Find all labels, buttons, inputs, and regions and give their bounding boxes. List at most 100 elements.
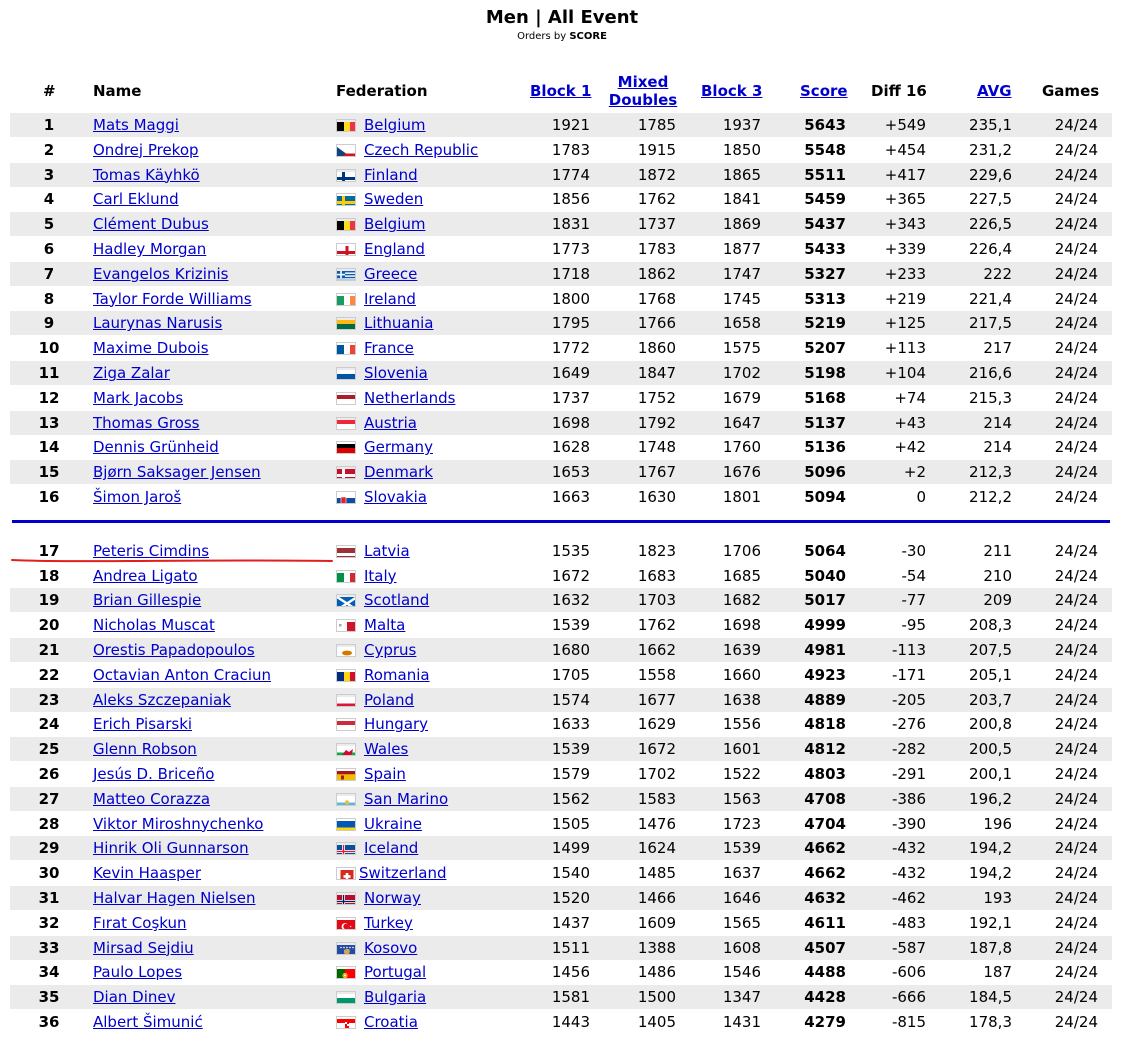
- federation-link[interactable]: Switzerland: [359, 861, 447, 885]
- col-score-header[interactable]: Score: [800, 82, 848, 100]
- federation-link[interactable]: Kosovo: [364, 936, 417, 960]
- player-name-link[interactable]: Taylor Forde Williams: [93, 287, 252, 311]
- col-block1-link[interactable]: Block 1: [530, 82, 591, 100]
- player-name-link[interactable]: Peteris Cimdins: [93, 539, 209, 563]
- player-name-link[interactable]: Nicholas Muscat: [93, 613, 215, 637]
- player-name-link[interactable]: Hinrik Oli Gunnarson: [93, 836, 249, 860]
- avg-cell: 207,5: [969, 641, 1012, 659]
- player-name-link[interactable]: Mats Maggi: [93, 113, 179, 137]
- federation-link[interactable]: Latvia: [364, 539, 410, 563]
- federation-link[interactable]: Netherlands: [364, 386, 455, 410]
- col-avg-header[interactable]: AVG: [977, 82, 1012, 100]
- federation-link[interactable]: Spain: [364, 762, 406, 786]
- player-name-link[interactable]: Mirsad Sejdiu: [93, 936, 194, 960]
- federation-link[interactable]: Hungary: [364, 712, 428, 736]
- col-avg-link[interactable]: AVG: [977, 82, 1012, 100]
- federation-link[interactable]: Slovenia: [364, 361, 428, 385]
- federation-link[interactable]: Croatia: [364, 1010, 418, 1034]
- player-name-link[interactable]: Bjørn Saksager Jensen: [93, 460, 261, 484]
- col-mixed-doubles-header[interactable]: Mixed Doubles: [608, 73, 678, 109]
- player-name-link[interactable]: Aleks Szczepaniak: [93, 688, 231, 712]
- federation-link[interactable]: Turkey: [364, 911, 413, 935]
- player-name-link[interactable]: Glenn Robson: [93, 737, 197, 761]
- score-cell: 4279: [804, 1013, 846, 1031]
- player-name-link[interactable]: Dennis Grünheid: [93, 435, 219, 459]
- games-cell: 24/24: [1054, 690, 1098, 709]
- player-name-link[interactable]: Mark Jacobs: [93, 386, 183, 410]
- col-mixed-link-line2[interactable]: Doubles: [609, 91, 677, 109]
- federation-link[interactable]: England: [364, 237, 425, 261]
- federation-link[interactable]: Ireland: [364, 287, 416, 311]
- player-name-link[interactable]: Andrea Ligato: [93, 564, 198, 588]
- player-name-link[interactable]: Clément Dubus: [93, 212, 209, 236]
- federation-link[interactable]: Belgium: [364, 212, 426, 236]
- player-name-link[interactable]: Ondrej Prekop: [93, 138, 199, 162]
- player-name-link[interactable]: Maxime Dubois: [93, 336, 209, 360]
- col-score-link[interactable]: Score: [800, 82, 848, 100]
- player-name-link[interactable]: Halvar Hagen Nielsen: [93, 886, 255, 910]
- col-block3-header[interactable]: Block 3: [701, 82, 762, 100]
- federation-link[interactable]: Bulgaria: [364, 985, 426, 1009]
- player-name-link[interactable]: Brian Gillespie: [93, 588, 201, 612]
- player-name-link[interactable]: Viktor Miroshnychenko: [93, 812, 263, 836]
- player-name-link[interactable]: Šimon Jaroš: [93, 485, 181, 509]
- player-name-link[interactable]: Albert Šimunić: [93, 1010, 203, 1034]
- player-name-link[interactable]: Ziga Zalar: [93, 361, 170, 385]
- federation-link[interactable]: Denmark: [364, 460, 433, 484]
- player-name-link[interactable]: Laurynas Narusis: [93, 311, 222, 335]
- player-name-link[interactable]: Evangelos Krizinis: [93, 262, 228, 286]
- federation-link[interactable]: Slovakia: [364, 485, 427, 509]
- block3-cell: 1702: [722, 364, 761, 382]
- federation-link[interactable]: Sweden: [364, 187, 423, 211]
- player-name-link[interactable]: Paulo Lopes: [93, 960, 182, 984]
- player-name-link[interactable]: Tomas Käyhkö: [93, 163, 200, 187]
- rank-cell: 20: [38, 616, 60, 635]
- player-name-link[interactable]: Dian Dinev: [93, 985, 176, 1009]
- federation-link[interactable]: Portugal: [364, 960, 426, 984]
- player-name-link[interactable]: Fırat Coşkun: [93, 911, 187, 935]
- federation-link[interactable]: Iceland: [364, 836, 418, 860]
- table-row: 2 Ondrej Prekop Czech Republic 1783 1915 1850…: [10, 138, 1112, 162]
- federation-link[interactable]: Czech Republic: [364, 138, 478, 162]
- federation-link[interactable]: Greece: [364, 262, 417, 286]
- score-cell: 4889: [804, 690, 846, 709]
- block1-cell: 1831: [551, 215, 590, 234]
- score-cell: 5198: [804, 364, 846, 382]
- federation-link[interactable]: Scotland: [364, 588, 429, 612]
- table-row: 16 Šimon Jaroš Slovakia 1663 1630 1801 5094 0 21…: [10, 485, 1112, 509]
- federation-link[interactable]: Ukraine: [364, 812, 422, 836]
- player-name-link[interactable]: Kevin Haasper: [93, 861, 201, 885]
- federation-link[interactable]: Austria: [364, 411, 417, 435]
- col-mixed-link-line1[interactable]: Mixed: [618, 73, 669, 91]
- block1-cell: 1505: [551, 814, 590, 833]
- federation-link[interactable]: Poland: [364, 688, 414, 712]
- score-cell: 5643: [804, 116, 846, 134]
- diff16-cell: -77: [901, 591, 927, 610]
- player-name-link[interactable]: Matteo Corazza: [93, 787, 210, 811]
- col-block1-header[interactable]: Block 1: [530, 82, 591, 100]
- mixed-doubles-cell: 1860: [637, 339, 676, 358]
- player-name-link[interactable]: Thomas Gross: [93, 411, 200, 435]
- player-name-link[interactable]: Jesús D. Briceño: [93, 762, 214, 786]
- col-block3-link[interactable]: Block 3: [701, 82, 762, 100]
- federation-link[interactable]: San Marino: [364, 787, 448, 811]
- player-name-link[interactable]: Orestis Papadopoulos: [93, 638, 255, 662]
- federation-link[interactable]: Finland: [364, 163, 418, 187]
- player-name-link[interactable]: Octavian Anton Craciun: [93, 663, 271, 687]
- federation-link[interactable]: Lithuania: [364, 311, 433, 335]
- player-name-link[interactable]: Erich Pisarski: [93, 712, 192, 736]
- federation-link[interactable]: Italy: [364, 564, 397, 588]
- federation-link[interactable]: Malta: [364, 613, 405, 637]
- federation-link[interactable]: Belgium: [364, 113, 426, 137]
- federation-link[interactable]: Cyprus: [364, 638, 416, 662]
- federation-link[interactable]: Wales: [364, 737, 408, 761]
- games-cell: 24/24: [1054, 566, 1098, 585]
- federation-link[interactable]: Norway: [364, 886, 421, 910]
- federation-link[interactable]: Romania: [364, 663, 430, 687]
- mixed-doubles-cell: 1388: [637, 938, 676, 957]
- player-name-link[interactable]: Hadley Morgan: [93, 237, 206, 261]
- federation-link[interactable]: Germany: [364, 435, 433, 459]
- federation-link[interactable]: France: [364, 336, 414, 360]
- player-name-link[interactable]: Carl Eklund: [93, 187, 179, 211]
- diff16-cell: +343: [884, 215, 926, 234]
